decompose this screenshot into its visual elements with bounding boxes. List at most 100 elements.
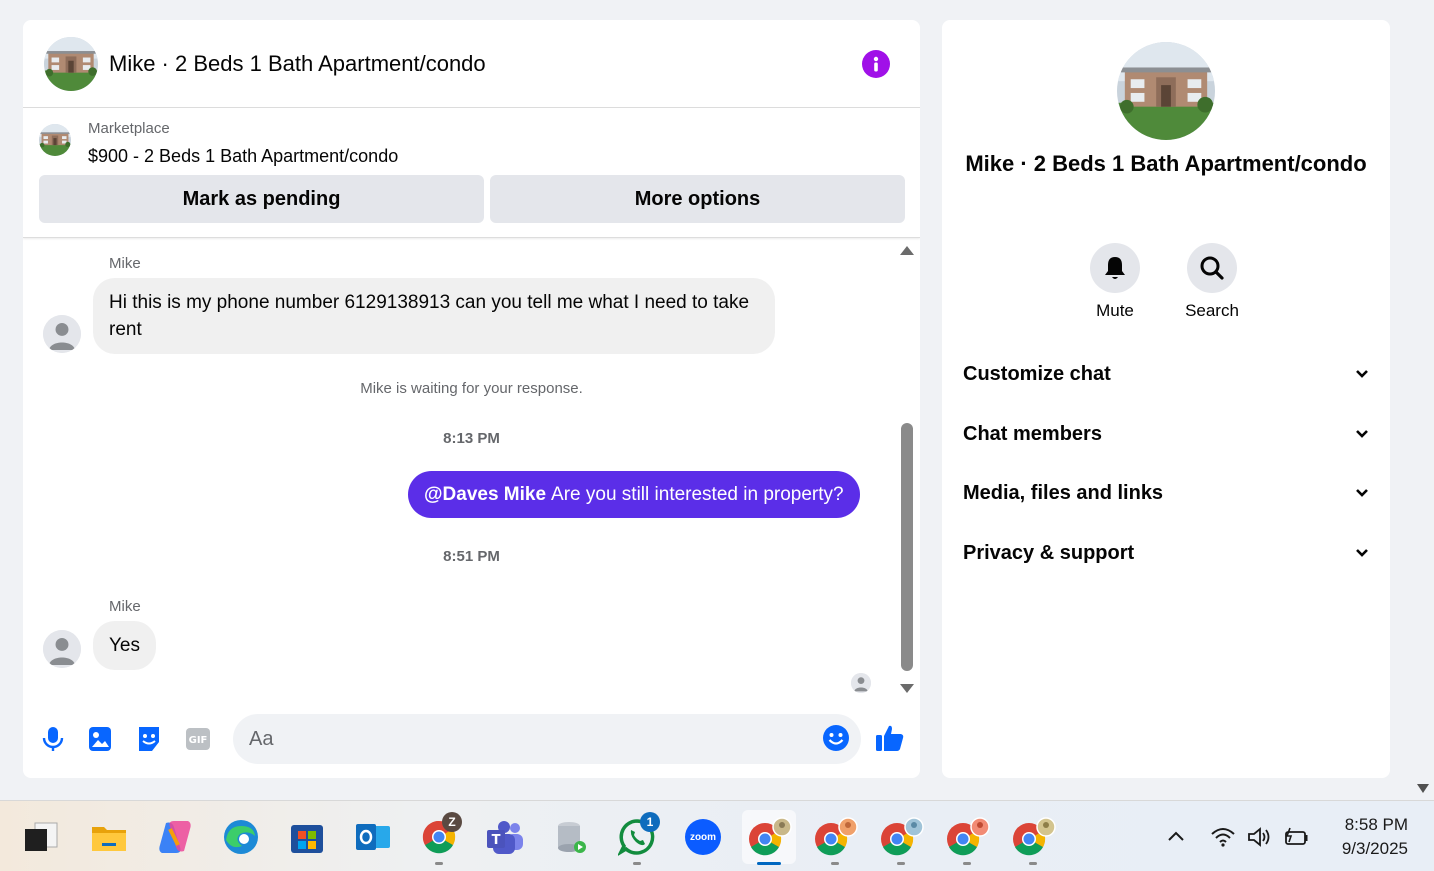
- running-indicator: [435, 862, 443, 865]
- mute-label: Mute: [1096, 301, 1134, 320]
- clock[interactable]: 8:58 PM 9/3/2025: [1342, 813, 1408, 861]
- conversation-avatar[interactable]: [1117, 42, 1215, 140]
- scroll-down-arrow-icon[interactable]: [900, 684, 914, 693]
- section-chat-members[interactable]: Chat members: [963, 414, 1369, 454]
- running-indicator: [963, 862, 971, 865]
- chevron-up-icon[interactable]: [1164, 825, 1188, 849]
- active-indicator: [757, 862, 781, 865]
- scroll-down-arrow-icon[interactable]: [1417, 784, 1429, 793]
- chrome-profile-icon: [1013, 817, 1056, 856]
- voice-clip-button[interactable]: [38, 724, 68, 754]
- clock-date: 9/3/2025: [1341, 839, 1408, 858]
- message-input[interactable]: [233, 714, 861, 764]
- chrome-profile-icon: [881, 817, 924, 856]
- taskbar-chrome-active[interactable]: [742, 810, 796, 865]
- sticker-button[interactable]: [134, 724, 164, 754]
- chat-title[interactable]: Mike · 2 Beds 1 Bath Apartment/condo: [109, 51, 486, 77]
- taskbar-task-view[interactable]: [14, 810, 68, 864]
- listing-avatar[interactable]: [44, 36, 98, 91]
- gif-button[interactable]: GIF: [183, 724, 213, 754]
- like-button[interactable]: [875, 723, 905, 753]
- incoming-message-bubble[interactable]: Yes: [93, 621, 156, 670]
- more-options-button[interactable]: More options: [490, 175, 905, 223]
- info-icon: [873, 56, 879, 72]
- battery-charging-icon[interactable]: [1282, 825, 1310, 849]
- listing-thumbnail[interactable]: [39, 124, 71, 156]
- emoji-button[interactable]: [821, 723, 851, 753]
- notification-badge: 1: [640, 812, 660, 832]
- search-action[interactable]: Search: [1172, 243, 1252, 321]
- chevron-down-icon: [1356, 549, 1368, 557]
- search-label: Search: [1185, 301, 1239, 320]
- bell-icon: [1105, 257, 1125, 279]
- mute-action[interactable]: Mute: [1075, 243, 1155, 321]
- folder-icon: [92, 827, 126, 851]
- section-privacy-support[interactable]: Privacy & support: [963, 533, 1369, 573]
- taskbar-zoom[interactable]: zoom: [676, 810, 730, 864]
- taskbar-store[interactable]: [280, 810, 334, 864]
- taskbar-copilot[interactable]: [148, 810, 202, 864]
- attach-photo-button[interactable]: [85, 724, 115, 754]
- taskbar-chrome-profile-4[interactable]: [940, 810, 994, 865]
- chrome-profile-icon: [947, 817, 990, 856]
- read-receipt-avatar: [851, 673, 871, 693]
- sender-avatar[interactable]: [43, 630, 81, 668]
- running-indicator: [1029, 862, 1037, 865]
- taskbar-chrome-profile-2[interactable]: [808, 810, 862, 865]
- message-timestamp: 8:51 PM: [443, 548, 500, 565]
- chat-panel: Mike · 2 Beds 1 Bath Apartment/condo Mar…: [23, 20, 920, 778]
- outgoing-message-bubble[interactable]: @Daves Mike Are you still interested in …: [408, 471, 860, 518]
- chevron-down-icon: [1356, 489, 1368, 497]
- svg-text:T: T: [492, 833, 501, 848]
- marketplace-listing-card: Marketplace $900 - 2 Beds 1 Bath Apartme…: [23, 108, 920, 238]
- chrome-profile-icon: [815, 817, 858, 856]
- thumbs-up-icon: [876, 725, 904, 751]
- sender-avatar[interactable]: [43, 315, 81, 353]
- taskbar-database-app[interactable]: [544, 810, 598, 864]
- section-media-files-links[interactable]: Media, files and links: [963, 473, 1369, 513]
- listing-title[interactable]: $900 - 2 Beds 1 Bath Apartment/condo: [88, 146, 398, 167]
- waiting-notice: Mike is waiting for your response.: [360, 380, 583, 397]
- svg-text:GIF: GIF: [189, 735, 208, 746]
- chat-header: Mike · 2 Beds 1 Bath Apartment/condo: [23, 20, 920, 108]
- mention-tag[interactable]: @Daves Mike: [424, 484, 546, 506]
- gif-icon: GIF: [186, 728, 210, 750]
- taskbar-edge[interactable]: [214, 810, 268, 864]
- photo-icon: [89, 727, 111, 751]
- scrollbar-thumb[interactable]: [901, 423, 913, 671]
- wifi-icon[interactable]: [1210, 825, 1236, 849]
- taskbar-chrome-z[interactable]: Z: [412, 810, 466, 865]
- message-composer: GIF: [23, 710, 920, 770]
- task-view-icon: [25, 822, 58, 851]
- chrome-profile-icon: [749, 817, 792, 856]
- message-list[interactable]: Mike Hi this is my phone number 61291389…: [23, 238, 920, 708]
- store-icon: [291, 825, 323, 853]
- info-button[interactable]: [862, 50, 890, 78]
- copilot-icon: [159, 821, 191, 853]
- chat-scrollbar[interactable]: [900, 242, 914, 694]
- microphone-icon: [42, 727, 64, 751]
- taskbar-whatsapp[interactable]: 1: [610, 810, 664, 865]
- search-icon: [1200, 256, 1224, 280]
- scroll-up-arrow-icon[interactable]: [900, 246, 914, 255]
- conversation-title: Mike · 2 Beds 1 Bath Apartment/condo: [965, 151, 1367, 176]
- running-indicator: [897, 862, 905, 865]
- message-timestamp: 8:13 PM: [443, 430, 500, 447]
- taskbar-file-explorer[interactable]: [82, 810, 136, 864]
- volume-icon[interactable]: [1246, 825, 1272, 849]
- running-indicator: [633, 862, 641, 865]
- marketplace-label: Marketplace: [88, 120, 170, 137]
- taskbar-outlook[interactable]: [346, 810, 400, 864]
- taskbar-chrome-profile-3[interactable]: [874, 810, 928, 865]
- taskbar-teams[interactable]: T: [478, 810, 532, 864]
- profile-badge: Z: [442, 812, 462, 832]
- taskbar-chrome-profile-5[interactable]: [1006, 810, 1060, 865]
- clock-time: 8:58 PM: [1344, 815, 1408, 834]
- sticker-icon: [139, 727, 159, 751]
- page-scrollbar[interactable]: [1411, 0, 1434, 800]
- edge-icon: [224, 820, 258, 854]
- outgoing-message-text: Are you still interested in property?: [551, 483, 844, 505]
- incoming-message-bubble[interactable]: Hi this is my phone number 6129138913 ca…: [93, 278, 775, 354]
- section-customize-chat[interactable]: Customize chat: [963, 354, 1369, 394]
- mark-as-pending-button[interactable]: Mark as pending: [39, 175, 484, 223]
